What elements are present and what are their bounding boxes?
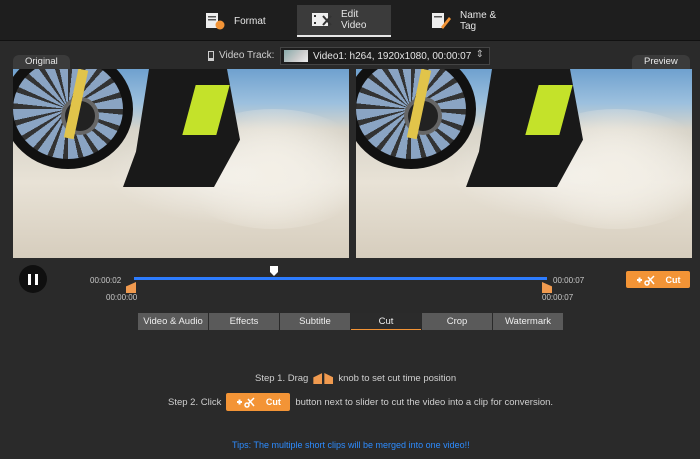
cut-scissors-icon — [636, 274, 655, 286]
video-track-icon — [208, 50, 214, 61]
edit-video-icon — [311, 11, 333, 29]
preview-label: Preview — [632, 55, 690, 69]
timeline-slider[interactable] — [134, 277, 547, 280]
knob-icons — [313, 373, 334, 384]
updown-chevron-icon: ⇕ — [475, 49, 484, 60]
video-track-thumbnail — [284, 50, 308, 62]
cut-end-knob[interactable] — [542, 282, 552, 293]
cut-button[interactable]: Cut — [626, 271, 690, 288]
video-track-value: Video1: h264, 1920x1080, 00:00:07 — [313, 50, 472, 62]
tab-name-tag-label: Name & Tag — [460, 10, 497, 32]
tab-name-tag[interactable]: Name & Tag — [416, 5, 516, 37]
timeline-start-time: 00:00:00 — [106, 293, 138, 302]
video-track-label-text: Video Track: — [219, 50, 275, 61]
cut-button-label: Cut — [665, 274, 681, 285]
step-2-cut-button: Cut — [226, 393, 291, 411]
tab-crop[interactable]: Crop — [422, 313, 492, 330]
tab-cut[interactable]: Cut — [351, 313, 421, 330]
step-2-suffix: button next to slider to cut the video i… — [295, 396, 554, 408]
name-tag-icon — [430, 12, 452, 30]
original-label: Original — [13, 55, 70, 69]
step-2-text: Step 2. Click Cut button next to slider … — [168, 393, 553, 411]
video-track-select[interactable]: Video1: h264, 1920x1080, 00:00:07 ⇕ — [280, 47, 490, 65]
timeline-end-time: 00:00:07 — [542, 293, 574, 302]
video-track-label: Video Track: — [208, 50, 274, 61]
video-track-row: Video Track: Video1: h264, 1920x1080, 00… — [0, 43, 700, 67]
step-1-text: Step 1. Drag knob to set cut time positi… — [255, 373, 456, 384]
original-video-frame — [13, 69, 349, 258]
tab-edit-video-label: Edit Video — [341, 9, 367, 31]
preview-video-frame — [356, 69, 692, 258]
step-2-prefix: Step 2. Click — [168, 396, 222, 408]
right-knob-icon — [324, 373, 334, 384]
cut-start-knob[interactable] — [126, 282, 136, 293]
step-1-suffix: knob to set cut time position — [338, 373, 457, 384]
top-toolbar: Format Edit Video Name & Tag — [0, 0, 700, 41]
tab-subtitle[interactable]: Subtitle — [280, 313, 350, 330]
tab-video-audio[interactable]: Video & Audio — [138, 313, 208, 330]
step-2-cut-label: Cut — [265, 397, 281, 407]
tab-format-label: Format — [234, 15, 266, 27]
pause-icon — [28, 273, 31, 285]
playhead-handle[interactable] — [270, 266, 278, 276]
left-knob-icon — [313, 373, 323, 384]
tab-format[interactable]: Format — [190, 5, 276, 37]
cut-end-time: 00:00:07 — [553, 276, 585, 285]
tip-text: Tips: The multiple short clips will be m… — [232, 440, 470, 450]
cut-scissors-icon — [236, 397, 255, 408]
tab-effects[interactable]: Effects — [209, 313, 279, 330]
tab-edit-video[interactable]: Edit Video — [297, 5, 391, 37]
edit-tabs: Video & Audio Effects Subtitle Cut Crop … — [138, 313, 563, 330]
cut-start-time: 00:00:02 — [90, 276, 122, 285]
tab-watermark[interactable]: Watermark — [493, 313, 563, 330]
format-icon — [204, 12, 226, 30]
step-1-prefix: Step 1. Drag — [255, 373, 309, 384]
pause-button[interactable] — [19, 265, 47, 293]
